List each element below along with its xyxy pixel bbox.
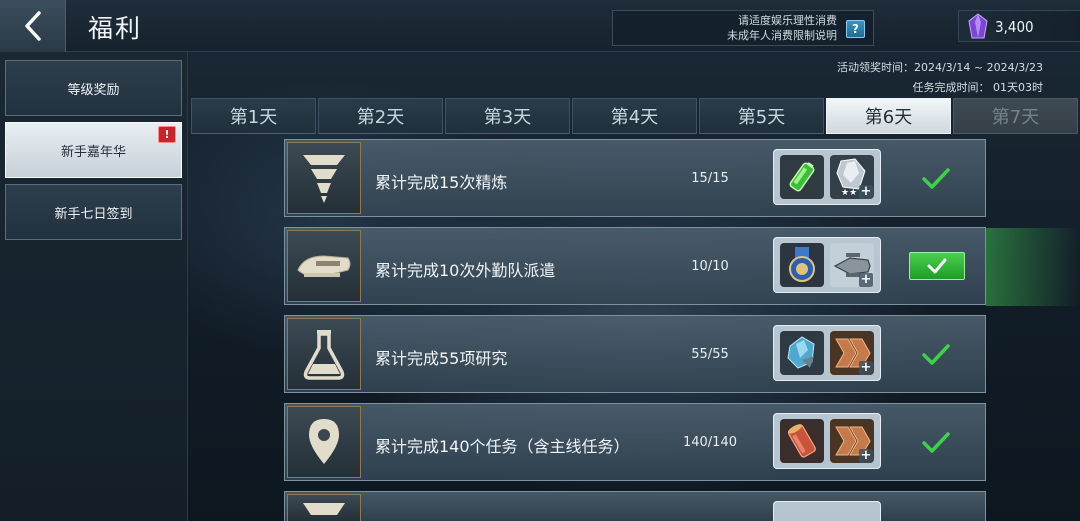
- help-icon[interactable]: ?: [846, 20, 865, 38]
- tab-day-3[interactable]: 第3天: [445, 98, 570, 134]
- flask-icon: [303, 330, 345, 380]
- consumption-notice[interactable]: 请适度娱乐理性消费 未成年人消费限制说明 ?: [612, 10, 874, 46]
- currency-value: 3,400: [995, 18, 1034, 36]
- task-icon-frame: [287, 142, 361, 214]
- sidebar-item-label: 新手七日签到: [54, 206, 133, 222]
- sidebar-item-newbie-carnival[interactable]: 新手嘉年华 !: [5, 122, 182, 178]
- claim-highlight: [986, 228, 1080, 306]
- refine-icon: [303, 155, 345, 203]
- back-button[interactable]: [0, 0, 66, 52]
- tab-day-1[interactable]: 第1天: [191, 98, 316, 134]
- sidebar-item-label: 等级奖励: [67, 82, 120, 98]
- reward-box[interactable]: [773, 501, 881, 521]
- notice-line-1: 请适度娱乐理性消费: [738, 14, 837, 27]
- medal-icon: [780, 243, 824, 287]
- notice-line-2: 未成年人消费限制说明: [727, 29, 837, 42]
- silver-crystal-icon: ★★ +: [830, 155, 874, 199]
- task-progress: 55/55: [691, 347, 729, 362]
- task-row: 累计完成10次外勤队派遣 10/10 +: [284, 227, 986, 305]
- reward-box[interactable]: +: [773, 237, 881, 293]
- task-row: 累计完成55项研究 55/55 +: [284, 315, 986, 393]
- notification-badge: !: [158, 126, 176, 143]
- tab-day-6[interactable]: 第6天: [826, 98, 951, 134]
- task-row-partial: [284, 491, 986, 521]
- tab-day-2[interactable]: 第2天: [318, 98, 443, 134]
- location-pin-icon: [309, 419, 339, 464]
- tab-day-5[interactable]: 第5天: [699, 98, 824, 134]
- plus-icon: +: [859, 272, 873, 287]
- task-progress: 15/15: [691, 171, 729, 186]
- blue-crystal-icon: [780, 331, 824, 375]
- ship-icon: +: [830, 243, 874, 287]
- sidebar-item-level-rewards[interactable]: 等级奖励: [5, 60, 182, 116]
- task-icon-frame: [287, 406, 361, 478]
- plus-icon: +: [859, 448, 873, 463]
- chevron-rank-icon: +: [830, 331, 874, 375]
- plus-icon: +: [859, 184, 873, 199]
- tab-day-4[interactable]: 第4天: [572, 98, 697, 134]
- shuttle-icon: [297, 255, 351, 277]
- check-icon: [921, 428, 951, 458]
- plus-icon: +: [859, 360, 873, 375]
- red-canister-icon: [780, 419, 824, 463]
- reward-box[interactable]: +: [773, 413, 881, 469]
- check-icon: [921, 340, 951, 370]
- purple-crystal-icon: [968, 13, 988, 39]
- task-row: 累计完成140个任务（含主线任务） 140/140 +: [284, 403, 986, 481]
- top-bar: 福利 请适度娱乐理性消费 未成年人消费限制说明 ? 3,400: [0, 0, 1080, 52]
- check-icon: [921, 164, 951, 194]
- task-name: 累计完成15次精炼: [375, 173, 508, 192]
- chevron-left-icon: [24, 11, 41, 41]
- sidebar-item-seven-day-signin[interactable]: 新手七日签到: [5, 184, 182, 240]
- day-tabs: 第1天 第2天 第3天 第4天 第5天 第6天 第7天: [191, 98, 1080, 134]
- check-icon: [927, 258, 947, 274]
- task-progress: 10/10: [691, 259, 729, 274]
- partial-task-icon: [303, 502, 345, 515]
- task-name: 累计完成55项研究: [375, 349, 508, 368]
- sidebar: 等级奖励 新手嘉年华 ! 新手七日签到: [0, 52, 188, 521]
- page-title: 福利: [88, 14, 143, 43]
- task-name: 累计完成10次外勤队派遣: [375, 261, 556, 280]
- task-icon-frame: [287, 230, 361, 302]
- currency-display[interactable]: 3,400: [958, 10, 1080, 42]
- chevron-rank-icon: +: [830, 419, 874, 463]
- task-row: 累计完成15次精炼 15/15 ★★ +: [284, 139, 986, 217]
- reward-box[interactable]: ★★ +: [773, 149, 881, 205]
- task-icon-frame: [287, 318, 361, 390]
- tab-day-7[interactable]: 第7天: [953, 98, 1078, 134]
- sidebar-item-label: 新手嘉年华: [60, 144, 126, 160]
- reward-box[interactable]: +: [773, 325, 881, 381]
- task-name: 累计完成140个任务（含主线任务）: [375, 437, 630, 456]
- task-icon-frame: [287, 494, 361, 521]
- claim-period-text: 活动领奖时间：2024/3/14 ~ 2024/3/23: [836, 61, 1043, 74]
- claim-button[interactable]: [909, 252, 965, 280]
- svg-text:★★: ★★: [841, 188, 857, 197]
- task-progress: 140/140: [682, 435, 737, 450]
- task-time-text: 任务完成时间： 01天03时: [912, 81, 1044, 94]
- green-battery-icon: [780, 155, 824, 199]
